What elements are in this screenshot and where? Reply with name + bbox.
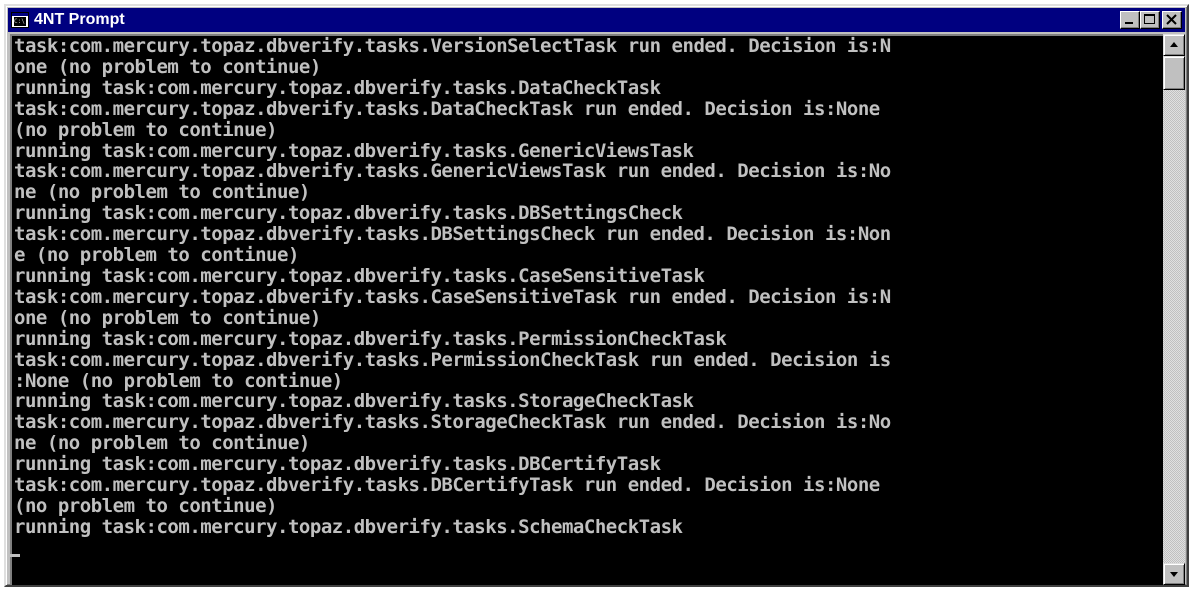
console-line: one (no problem to continue): [14, 55, 321, 78]
title-bar[interactable]: C:\ 4NT Prompt: [8, 8, 1185, 32]
console-window-icon[interactable]: C:\: [11, 12, 29, 28]
maximize-icon: [1144, 14, 1155, 24]
close-button[interactable]: [1162, 11, 1182, 29]
console-output[interactable]: task:com.mercury.topaz.dbverify.tasks.Ve…: [10, 34, 1163, 585]
scroll-thumb[interactable]: [1163, 56, 1185, 90]
console-window: C:\ 4NT Prompt task:com.mercury.topaz.db…: [4, 4, 1189, 587]
text-cursor: [10, 554, 20, 557]
minimize-icon: [1125, 22, 1133, 24]
console-line: running task:com.mercury.topaz.dbverify.…: [14, 202, 683, 225]
console-line: task:com.mercury.topaz.dbverify.tasks.DB…: [14, 223, 891, 246]
console-line: running task:com.mercury.topaz.dbverify.…: [14, 264, 705, 287]
title-buttons: [1120, 11, 1182, 29]
vertical-scrollbar[interactable]: [1163, 34, 1185, 585]
console-line: one (no problem to continue): [14, 306, 321, 329]
icon-screen: C:\: [14, 17, 26, 26]
console-line: task:com.mercury.topaz.dbverify.tasks.DB…: [14, 474, 880, 497]
scroll-down-arrow-icon: [1170, 572, 1178, 577]
console-line: running task:com.mercury.topaz.dbverify.…: [14, 453, 661, 476]
console-line: (no problem to continue): [14, 494, 278, 517]
console-line: task:com.mercury.topaz.dbverify.tasks.Ca…: [14, 285, 891, 308]
console-line: :None (no problem to continue): [14, 369, 343, 392]
console-line: task:com.mercury.topaz.dbverify.tasks.St…: [14, 411, 891, 434]
close-icon: [1166, 14, 1177, 25]
icon-title-strip: [12, 13, 28, 16]
window-title: 4NT Prompt: [34, 11, 125, 28]
console-line: ne (no problem to continue): [14, 181, 310, 204]
console-line: task:com.mercury.topaz.dbverify.tasks.Pe…: [14, 348, 891, 371]
console-line: task:com.mercury.topaz.dbverify.tasks.Ve…: [14, 35, 891, 57]
console-line: e (no problem to continue): [14, 244, 299, 267]
console-line: running task:com.mercury.topaz.dbverify.…: [14, 76, 661, 99]
scroll-up-button[interactable]: [1163, 34, 1185, 56]
console-line: task:com.mercury.topaz.dbverify.tasks.Da…: [14, 97, 880, 120]
console-line: ne (no problem to continue): [14, 432, 310, 455]
console-line: running task:com.mercury.topaz.dbverify.…: [14, 390, 694, 413]
scroll-down-button[interactable]: [1163, 563, 1185, 585]
console-line: running task:com.mercury.topaz.dbverify.…: [14, 515, 683, 538]
maximize-button[interactable]: [1140, 11, 1160, 29]
scroll-up-arrow-icon: [1170, 42, 1178, 47]
console-line: (no problem to continue): [14, 118, 278, 141]
console-line: task:com.mercury.topaz.dbverify.tasks.Ge…: [14, 160, 891, 183]
minimize-button[interactable]: [1120, 11, 1140, 29]
console-text: task:com.mercury.topaz.dbverify.tasks.Ve…: [12, 36, 1163, 538]
console-line: running task:com.mercury.topaz.dbverify.…: [14, 327, 727, 350]
console-line: running task:com.mercury.topaz.dbverify.…: [14, 139, 694, 162]
